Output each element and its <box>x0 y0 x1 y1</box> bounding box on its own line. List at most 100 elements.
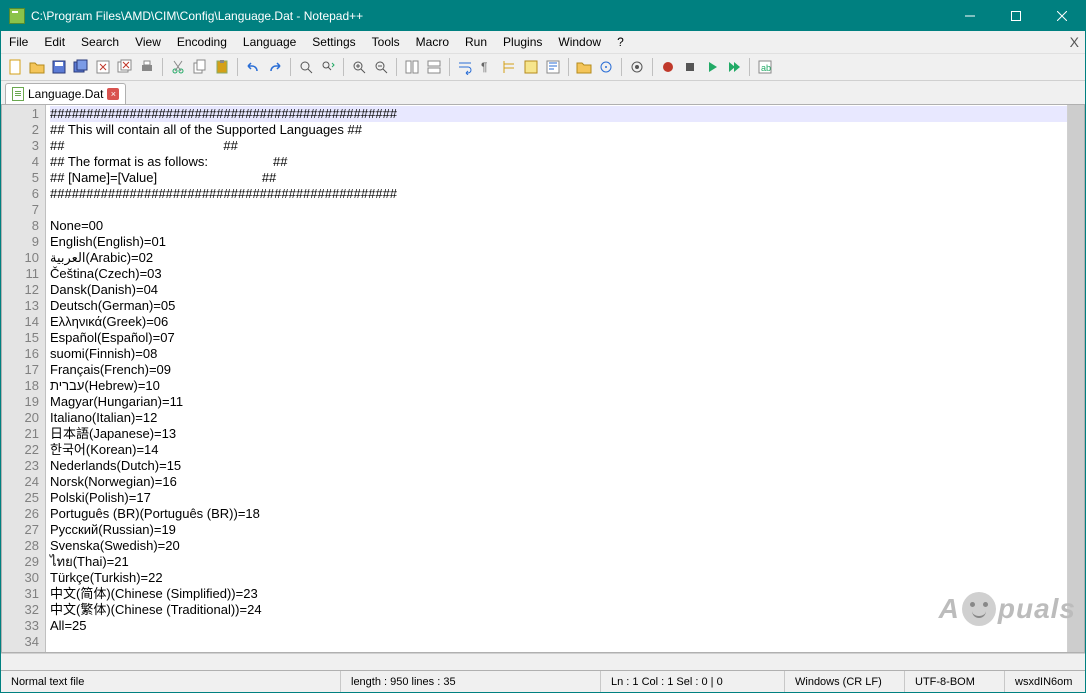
close-tab-button[interactable]: × <box>107 88 119 100</box>
menu-file[interactable]: File <box>1 31 36 53</box>
code-line[interactable]: Svenska(Swedish)=20 <box>50 538 1067 554</box>
save-all-button[interactable] <box>71 57 91 77</box>
line-number: 30 <box>2 570 39 586</box>
code-line[interactable] <box>50 650 1067 652</box>
menu-macro[interactable]: Macro <box>408 31 457 53</box>
code-line[interactable]: suomi(Finnish)=08 <box>50 346 1067 362</box>
minimize-button[interactable] <box>947 1 993 31</box>
record-button[interactable] <box>658 57 678 77</box>
line-number: 21 <box>2 426 39 442</box>
code-line[interactable]: ########################################… <box>50 106 1067 122</box>
code-line[interactable]: ไทย(Thai)=21 <box>50 554 1067 570</box>
new-file-button[interactable] <box>5 57 25 77</box>
code-line[interactable]: Polski(Polish)=17 <box>50 490 1067 506</box>
file-tab[interactable]: Language.Dat × <box>5 83 126 104</box>
app-icon <box>9 8 25 24</box>
code-line[interactable]: None=00 <box>50 218 1067 234</box>
code-line[interactable]: ## [Name]=[Value] ## <box>50 170 1067 186</box>
menu-view[interactable]: View <box>127 31 169 53</box>
code-line[interactable]: العربية(Arabic)=02 <box>50 250 1067 266</box>
code-line[interactable] <box>50 634 1067 650</box>
find-button[interactable] <box>296 57 316 77</box>
maximize-button[interactable] <box>993 1 1039 31</box>
undo-button[interactable] <box>243 57 263 77</box>
code-line[interactable]: 日本語(Japanese)=13 <box>50 426 1067 442</box>
menu-encoding[interactable]: Encoding <box>169 31 235 53</box>
line-number: 16 <box>2 346 39 362</box>
code-line[interactable]: Čeština(Czech)=03 <box>50 266 1067 282</box>
code-line[interactable]: Ελληνικά(Greek)=06 <box>50 314 1067 330</box>
code-line[interactable]: Русский(Russian)=19 <box>50 522 1067 538</box>
code-line[interactable]: 中文(繁体)(Chinese (Traditional))=24 <box>50 602 1067 618</box>
replace-button[interactable] <box>318 57 338 77</box>
code-line[interactable] <box>50 202 1067 218</box>
stop-button[interactable] <box>680 57 700 77</box>
line-number: 23 <box>2 458 39 474</box>
save-button[interactable] <box>49 57 69 77</box>
play-multi-button[interactable] <box>724 57 744 77</box>
code-line[interactable]: Magyar(Hungarian)=11 <box>50 394 1067 410</box>
line-number: 29 <box>2 554 39 570</box>
menu-settings[interactable]: Settings <box>304 31 363 53</box>
code-area[interactable]: ########################################… <box>46 105 1067 652</box>
code-line[interactable]: Português (BR)(Português (BR))=18 <box>50 506 1067 522</box>
folder-button[interactable] <box>574 57 594 77</box>
code-line[interactable]: Dansk(Danish)=04 <box>50 282 1067 298</box>
redo-button[interactable] <box>265 57 285 77</box>
mdi-close-button[interactable]: X <box>1070 34 1079 50</box>
code-line[interactable]: English(English)=01 <box>50 234 1067 250</box>
all-chars-button[interactable]: ¶ <box>477 57 497 77</box>
code-line[interactable]: Deutsch(German)=05 <box>50 298 1067 314</box>
copy-button[interactable] <box>190 57 210 77</box>
menu-search[interactable]: Search <box>73 31 127 53</box>
indent-guide-button[interactable] <box>499 57 519 77</box>
zoom-out-button[interactable] <box>371 57 391 77</box>
status-eol[interactable]: Windows (CR LF) <box>785 671 905 692</box>
play-button[interactable] <box>702 57 722 77</box>
editor: 1234567891011121314151617181920212223242… <box>1 105 1085 653</box>
wrap-button[interactable] <box>455 57 475 77</box>
zoom-in-button[interactable] <box>349 57 369 77</box>
code-line[interactable]: Norsk(Norwegian)=16 <box>50 474 1067 490</box>
lang-pref-button[interactable] <box>521 57 541 77</box>
close-button[interactable] <box>1039 1 1085 31</box>
menu-window[interactable]: Window <box>550 31 609 53</box>
cut-button[interactable] <box>168 57 188 77</box>
status-encoding[interactable]: UTF-8-BOM <box>905 671 1005 692</box>
func-list-button[interactable] <box>596 57 616 77</box>
code-line[interactable]: All=25 <box>50 618 1067 634</box>
code-line[interactable]: ########################################… <box>50 186 1067 202</box>
menu-run[interactable]: Run <box>457 31 495 53</box>
horizontal-scrollbar[interactable] <box>1 653 1085 670</box>
code-line[interactable]: ## ## <box>50 138 1067 154</box>
open-file-button[interactable] <box>27 57 47 77</box>
vertical-scrollbar[interactable] <box>1067 105 1084 652</box>
spell-button[interactable]: ab <box>755 57 775 77</box>
code-line[interactable]: Nederlands(Dutch)=15 <box>50 458 1067 474</box>
code-line[interactable]: Türkçe(Turkish)=22 <box>50 570 1067 586</box>
code-line[interactable]: 中文(简体)(Chinese (Simplified))=23 <box>50 586 1067 602</box>
sync-h-button[interactable] <box>424 57 444 77</box>
code-line[interactable]: ## This will contain all of the Supporte… <box>50 122 1067 138</box>
close-all-button[interactable] <box>115 57 135 77</box>
code-line[interactable]: ## The format is as follows: ## <box>50 154 1067 170</box>
close-button[interactable] <box>93 57 113 77</box>
paste-button[interactable] <box>212 57 232 77</box>
monitor-button[interactable] <box>627 57 647 77</box>
menu-tools[interactable]: Tools <box>364 31 408 53</box>
title-bar[interactable]: C:\Program Files\AMD\CIM\Config\Language… <box>1 1 1085 31</box>
code-line[interactable]: Français(French)=09 <box>50 362 1067 378</box>
print-button[interactable] <box>137 57 157 77</box>
code-line[interactable]: Español(Español)=07 <box>50 330 1067 346</box>
menu-plugins[interactable]: Plugins <box>495 31 550 53</box>
code-line[interactable]: עברית(Hebrew)=10 <box>50 378 1067 394</box>
line-number: 22 <box>2 442 39 458</box>
code-line[interactable]: Italiano(Italian)=12 <box>50 410 1067 426</box>
status-ins[interactable]: wsxdIN6om <box>1005 671 1085 692</box>
menu-language[interactable]: Language <box>235 31 304 53</box>
sync-v-button[interactable] <box>402 57 422 77</box>
doc-map-button[interactable] <box>543 57 563 77</box>
menu-help[interactable]: ? <box>609 31 632 53</box>
code-line[interactable]: 한국어(Korean)=14 <box>50 442 1067 458</box>
menu-edit[interactable]: Edit <box>36 31 73 53</box>
